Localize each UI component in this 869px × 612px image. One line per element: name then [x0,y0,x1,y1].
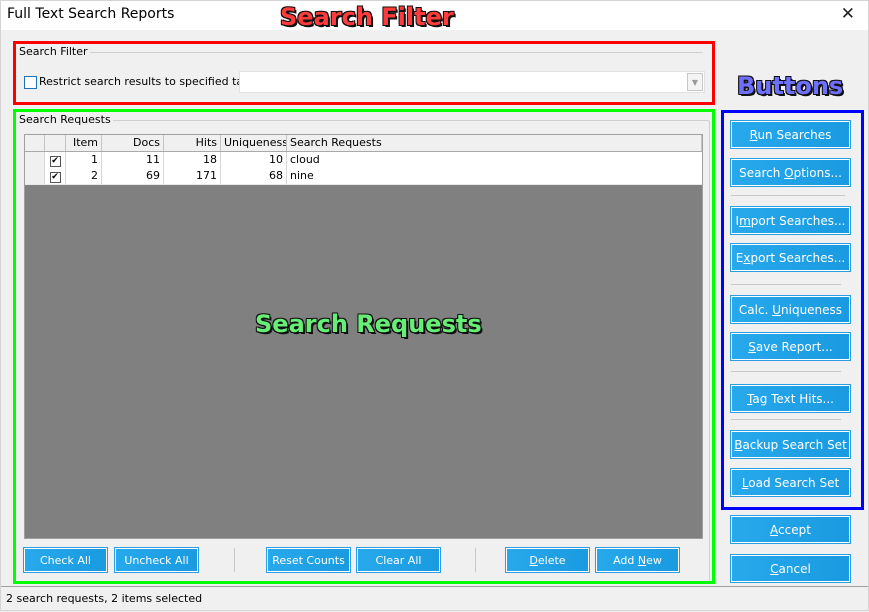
table-row[interactable]: ✔ 2 69 171 68 nine [25,168,702,185]
cell-docs: 69 [102,168,164,184]
accept-button[interactable]: Accept [730,515,851,544]
header-docs[interactable]: Docs [102,135,164,151]
clear-all-button[interactable]: Clear All [356,547,441,573]
tag-text-hits-button[interactable]: Tag Text Hits... [730,384,851,413]
header-search-requests[interactable]: Search Requests [287,135,702,151]
run-searches-button[interactable]: Run Searches [730,120,851,149]
header-uniqueness[interactable]: Uniqueness [221,135,287,151]
row-selector[interactable] [25,152,45,168]
check-icon: ✔ [49,156,61,167]
restrict-tag-checkbox[interactable] [24,76,37,89]
header-row-selector[interactable] [25,135,45,151]
window-title: Full Text Search Reports [7,6,175,22]
header-hits[interactable]: Hits [164,135,221,151]
header-item[interactable]: Item [66,135,102,151]
delete-button[interactable]: Delete [505,547,590,573]
status-text: 2 search requests, 2 items selected [6,592,203,605]
search-filter-annotation-label: Search Filter [279,2,454,31]
cell-item: 2 [66,168,102,184]
check-all-button[interactable]: Check All [23,547,108,573]
restrict-tag-label: Restrict search results to specified tag… [39,75,254,88]
separator [731,284,841,285]
backup-search-set-button[interactable]: Backup Search Set [730,430,851,459]
row-selector[interactable] [25,168,45,184]
header-check[interactable] [45,135,66,151]
save-report-button[interactable]: Save Report... [730,332,851,361]
grid-header: Item Docs Hits Uniqueness Search Request… [25,135,702,152]
search-filter-title: Search Filter [17,45,90,58]
cell-request[interactable]: cloud [287,152,702,168]
import-searches-button[interactable]: Import Searches... [730,206,851,235]
cell-request[interactable]: nine [287,168,702,184]
check-icon: ✔ [49,172,61,183]
buttons-annotation-label: Buttons [736,71,844,100]
search-requests-title: Search Requests [17,113,113,126]
separator [731,419,841,420]
separator [475,548,476,572]
separator [731,195,845,196]
row-checkbox[interactable]: ✔ [45,152,66,168]
load-search-set-button[interactable]: Load Search Set [730,468,851,497]
cancel-button[interactable]: Cancel [730,554,851,583]
row-checkbox[interactable]: ✔ [45,168,66,184]
cell-hits: 171 [164,168,221,184]
cell-uniqueness: 68 [221,168,287,184]
close-icon[interactable]: ✕ [841,4,855,24]
uncheck-all-button[interactable]: Uncheck All [114,547,199,573]
separator [731,371,841,372]
search-options-button[interactable]: Search Options... [730,158,851,187]
status-bar: 2 search requests, 2 items selected [0,586,869,612]
reset-counts-button[interactable]: Reset Counts [266,547,351,573]
export-searches-button[interactable]: Export Searches... [730,243,851,272]
table-row[interactable]: ✔ 1 11 18 10 cloud [25,152,702,169]
cell-uniqueness: 10 [221,152,287,168]
tag-combo[interactable]: ▼ [239,71,705,93]
add-new-button[interactable]: Add New [595,547,680,573]
separator [234,548,235,572]
chevron-down-icon[interactable]: ▼ [687,73,703,91]
cell-docs: 11 [102,152,164,168]
cell-item: 1 [66,152,102,168]
cell-hits: 18 [164,152,221,168]
search-requests-annotation-label: Search Requests [254,309,482,338]
calc-uniqueness-button[interactable]: Calc. Uniqueness [730,295,851,324]
